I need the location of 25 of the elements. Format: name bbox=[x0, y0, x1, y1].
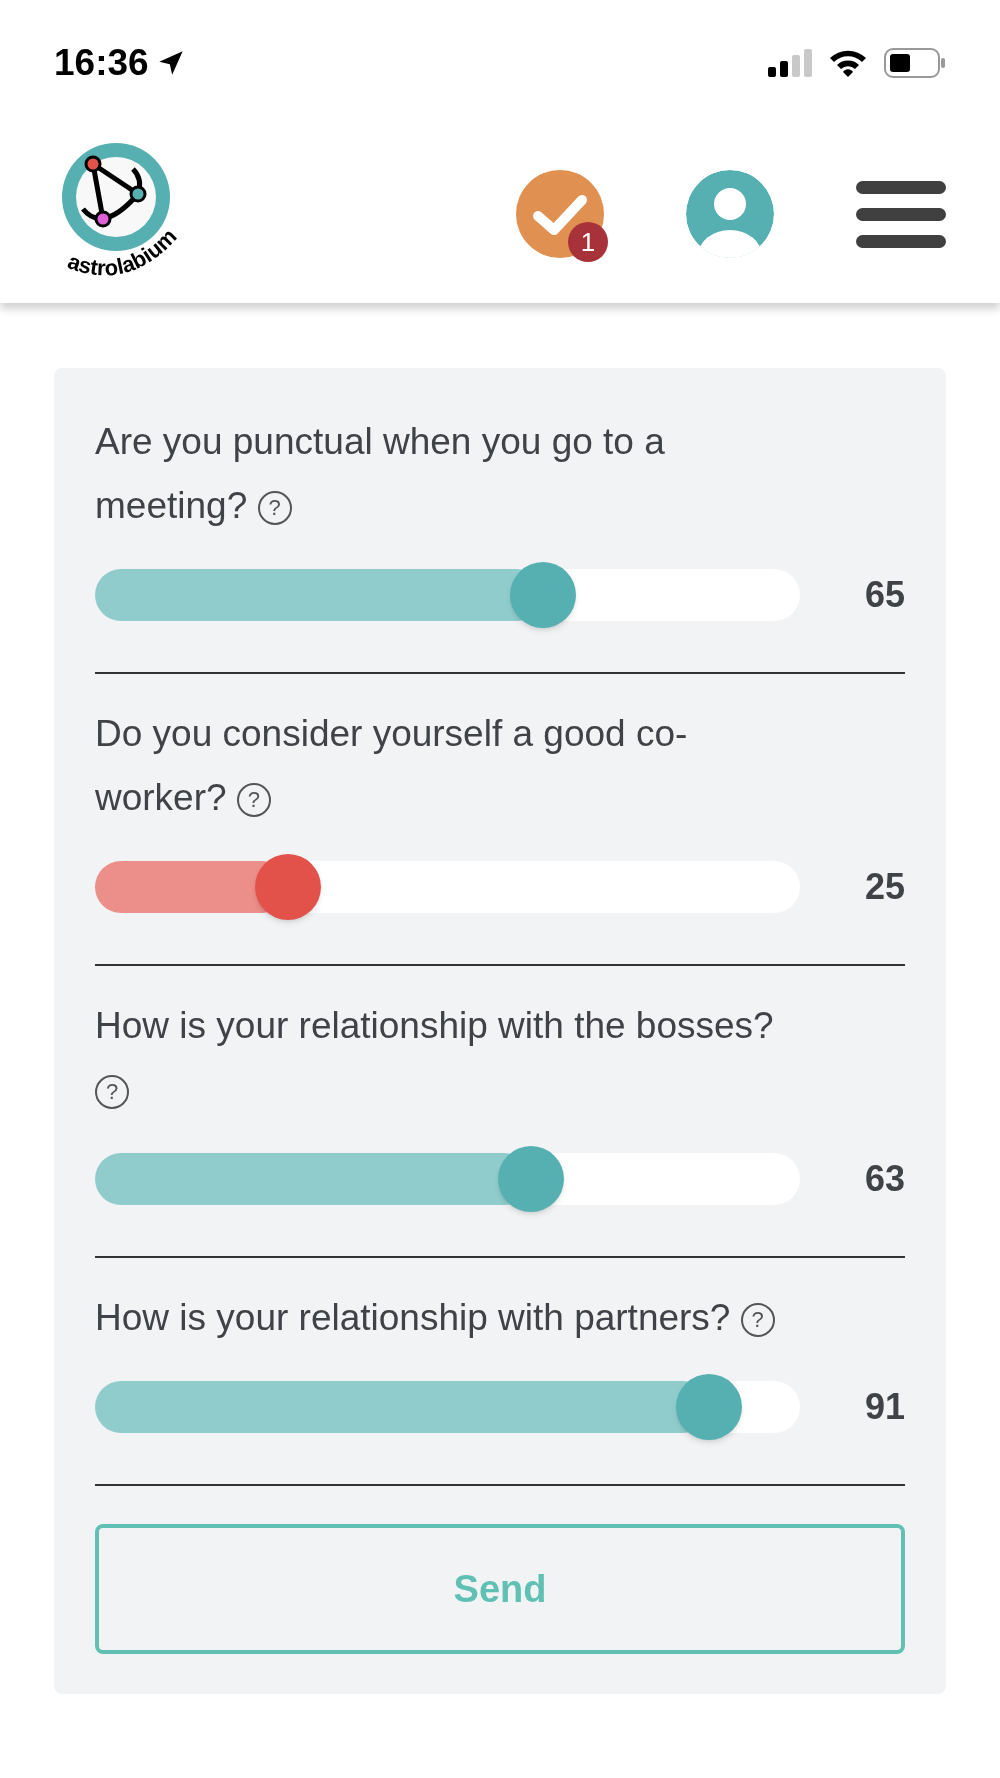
slider-value: 25 bbox=[864, 865, 905, 909]
help-icon[interactable]: ? bbox=[95, 1075, 129, 1110]
slider-value: 65 bbox=[864, 573, 905, 617]
user-avatar-icon[interactable] bbox=[686, 170, 774, 258]
battery-icon bbox=[884, 47, 946, 78]
notification-badge: 1 bbox=[568, 222, 608, 262]
signal-icon bbox=[768, 48, 812, 77]
question-text: Are you punctual when you go to a meeting? ? bbox=[95, 420, 666, 528]
status-time: 16:36 bbox=[54, 40, 149, 85]
slider-track[interactable] bbox=[95, 1153, 800, 1205]
slider-thumb[interactable] bbox=[510, 562, 577, 628]
menu-icon[interactable] bbox=[856, 179, 946, 249]
slider-thumb[interactable] bbox=[676, 1374, 743, 1440]
slider-value: 63 bbox=[864, 1157, 905, 1201]
slider-thumb[interactable] bbox=[254, 854, 321, 920]
slider-track[interactable] bbox=[95, 861, 800, 913]
question-text: Do you consider yourself a good co-worker? ? bbox=[95, 712, 689, 820]
slider-value: 91 bbox=[864, 1385, 905, 1429]
help-icon[interactable]: ? bbox=[236, 783, 271, 818]
question-text: How is your relationship with the bosses? ? bbox=[95, 994, 795, 1122]
help-icon[interactable]: ? bbox=[257, 491, 292, 526]
slider-thumb[interactable] bbox=[497, 1146, 564, 1212]
question-text: How is your relationship with partners? ? bbox=[95, 1286, 795, 1350]
help-icon[interactable]: ? bbox=[740, 1303, 775, 1338]
slider-track[interactable] bbox=[95, 569, 800, 621]
